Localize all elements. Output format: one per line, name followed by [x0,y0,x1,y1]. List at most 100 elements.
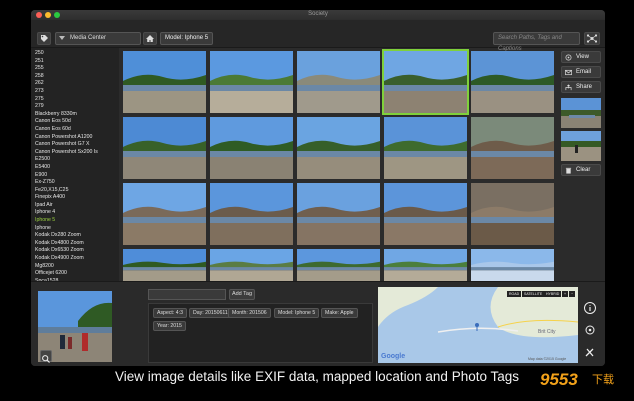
model-list-item[interactable]: Canon Eos 60d [35,126,119,134]
model-list-item[interactable]: Ex-Z750 [35,179,119,187]
email-label: Email [576,69,592,75]
magnifier-icon [42,355,50,363]
share-network-icon [586,34,598,43]
photo-thumbnail[interactable] [123,183,206,245]
model-list-item[interactable]: Blackberry 8330m [35,111,119,119]
map-hybrid-button[interactable]: HYBRID [544,291,562,297]
model-list-item[interactable]: 258 [35,73,119,81]
model-list-item[interactable]: 250 [35,50,119,58]
share-network-button[interactable] [584,32,600,45]
window-title: Society [308,11,328,17]
map-zoom-in-button[interactable]: + [562,291,569,297]
tag-button[interactable] [37,32,51,45]
clear-button[interactable]: Clear [561,164,601,176]
exif-tag[interactable]: Year: 2015 [153,321,186,331]
photo-thumbnail[interactable] [297,183,380,245]
selected-thumb-1[interactable] [561,98,601,128]
photo-thumbnail[interactable] [297,249,380,282]
photo-thumbnail[interactable] [382,49,469,115]
exif-tag[interactable]: Aspect: 4:3 [153,308,187,318]
model-list-item[interactable]: E5400 [35,164,119,172]
search-input[interactable]: Search Paths, Tags and Captions [493,32,580,52]
trash-icon [565,167,572,174]
photo-thumbnail[interactable] [210,183,293,245]
map-road-button[interactable]: ROAD [507,291,522,297]
photo-thumbnail[interactable] [384,117,467,179]
photo-thumbnail[interactable] [123,51,206,113]
exif-tag[interactable]: Month: 201506 [228,308,271,318]
map-zoom-out-button[interactable]: − [569,291,576,297]
model-list-item[interactable]: Kodak Dx4900 Zoom [35,255,119,263]
share-button[interactable]: Share [561,81,601,93]
photo-thumbnail[interactable] [471,183,554,245]
share-label: Share [576,84,593,90]
email-icon [565,69,572,76]
model-list-item[interactable]: 275 [35,96,119,104]
model-list-item[interactable]: E2500 [35,156,119,164]
info-button[interactable] [583,301,597,315]
chevron-down-icon [59,36,65,40]
info-icon [584,302,596,314]
watermark-suffix: 下载 [592,374,614,386]
location-icon [585,325,595,335]
map-place-label: Brit City [538,329,556,335]
model-list-item[interactable]: Kodak Dx4800 Zoom [35,240,119,248]
exif-tag[interactable]: Day: 20150611 [189,308,232,318]
model-list-item[interactable]: 273 [35,88,119,96]
title-bar: Society [31,10,605,20]
model-list-item[interactable]: Canon Eos 50d [35,118,119,126]
photo-thumbnail[interactable] [471,249,554,282]
watermark-brand: 9553 [540,370,578,389]
photo-thumbnail[interactable] [210,117,293,179]
map-logo: Google [381,353,406,360]
model-list-item[interactable]: Kodak Dx280 Zoom [35,232,119,240]
home-button[interactable] [143,32,157,45]
selected-thumb-2[interactable] [561,131,601,161]
location-map[interactable]: ROAD SATELLITE HYBRID + − Brit City Goog… [378,287,578,363]
model-filter-chip[interactable]: Model: Iphone 5 [160,32,214,45]
photo-thumbnail[interactable] [297,117,380,179]
model-list-item[interactable]: 262 [35,80,119,88]
details-panel: Add Tag Aspect: 4:3 Day: 20150611 Month: 2… [31,281,605,366]
model-list-item[interactable]: Canon Powershot A1200 [35,134,119,142]
model-list-item[interactable]: E900 [35,172,119,180]
model-list-item[interactable]: Ipad Air [35,202,119,210]
model-list-item[interactable]: Iphone 5 [35,217,119,225]
add-tag-button[interactable]: Add Tag [229,289,255,300]
zoom-button[interactable] [40,350,52,363]
toolbar: Media Center Model: Iphone 5 Search Path… [31,20,605,52]
photo-thumbnail[interactable] [297,51,380,113]
photo-thumbnail[interactable] [384,249,467,282]
photo-thumbnail[interactable] [210,249,293,282]
model-list-item[interactable]: Finepix A400 [35,194,119,202]
model-list-item[interactable]: Kodak Dx6530 Zoom [35,247,119,255]
photo-thumbnail[interactable] [471,117,554,179]
model-list-item[interactable]: Mg8200 [35,263,119,271]
tag-input[interactable] [148,289,226,300]
model-list-item[interactable]: 255 [35,65,119,73]
exif-tag[interactable]: Make: Apple [321,308,358,318]
model-list-item[interactable]: 279 [35,103,119,111]
location-button[interactable] [583,323,597,337]
map-satellite-button[interactable]: SATELLITE [522,291,545,297]
photo-thumbnail[interactable] [384,183,467,245]
library-select[interactable]: Media Center [55,32,141,45]
model-list-item[interactable]: Officejet 6200 [35,270,119,278]
home-icon [146,35,154,42]
view-label: View [576,54,589,60]
tag-list: Aspect: 4:3 Day: 20150611 Month: 201506 Mod… [148,303,373,363]
model-list-item[interactable]: Canon Powershot G7 X [35,141,119,149]
model-list-item[interactable]: Fe20,X15,C25 [35,187,119,195]
tools-button[interactable] [583,345,597,359]
email-button[interactable]: Email [561,66,601,78]
exif-tag[interactable]: Model: Iphone 5 [274,308,320,318]
photo-thumbnail[interactable] [210,51,293,113]
photo-thumbnail[interactable] [123,249,206,282]
model-list-item[interactable]: 251 [35,58,119,66]
photo-thumbnail[interactable] [123,117,206,179]
view-button[interactable]: View [561,51,601,63]
model-list-item[interactable]: Iphone 4 [35,209,119,217]
model-list-item[interactable]: Canon Powershot Sx200 Is [35,149,119,157]
photo-thumbnail[interactable] [471,51,554,113]
model-list-item[interactable]: Iphone [35,225,119,233]
